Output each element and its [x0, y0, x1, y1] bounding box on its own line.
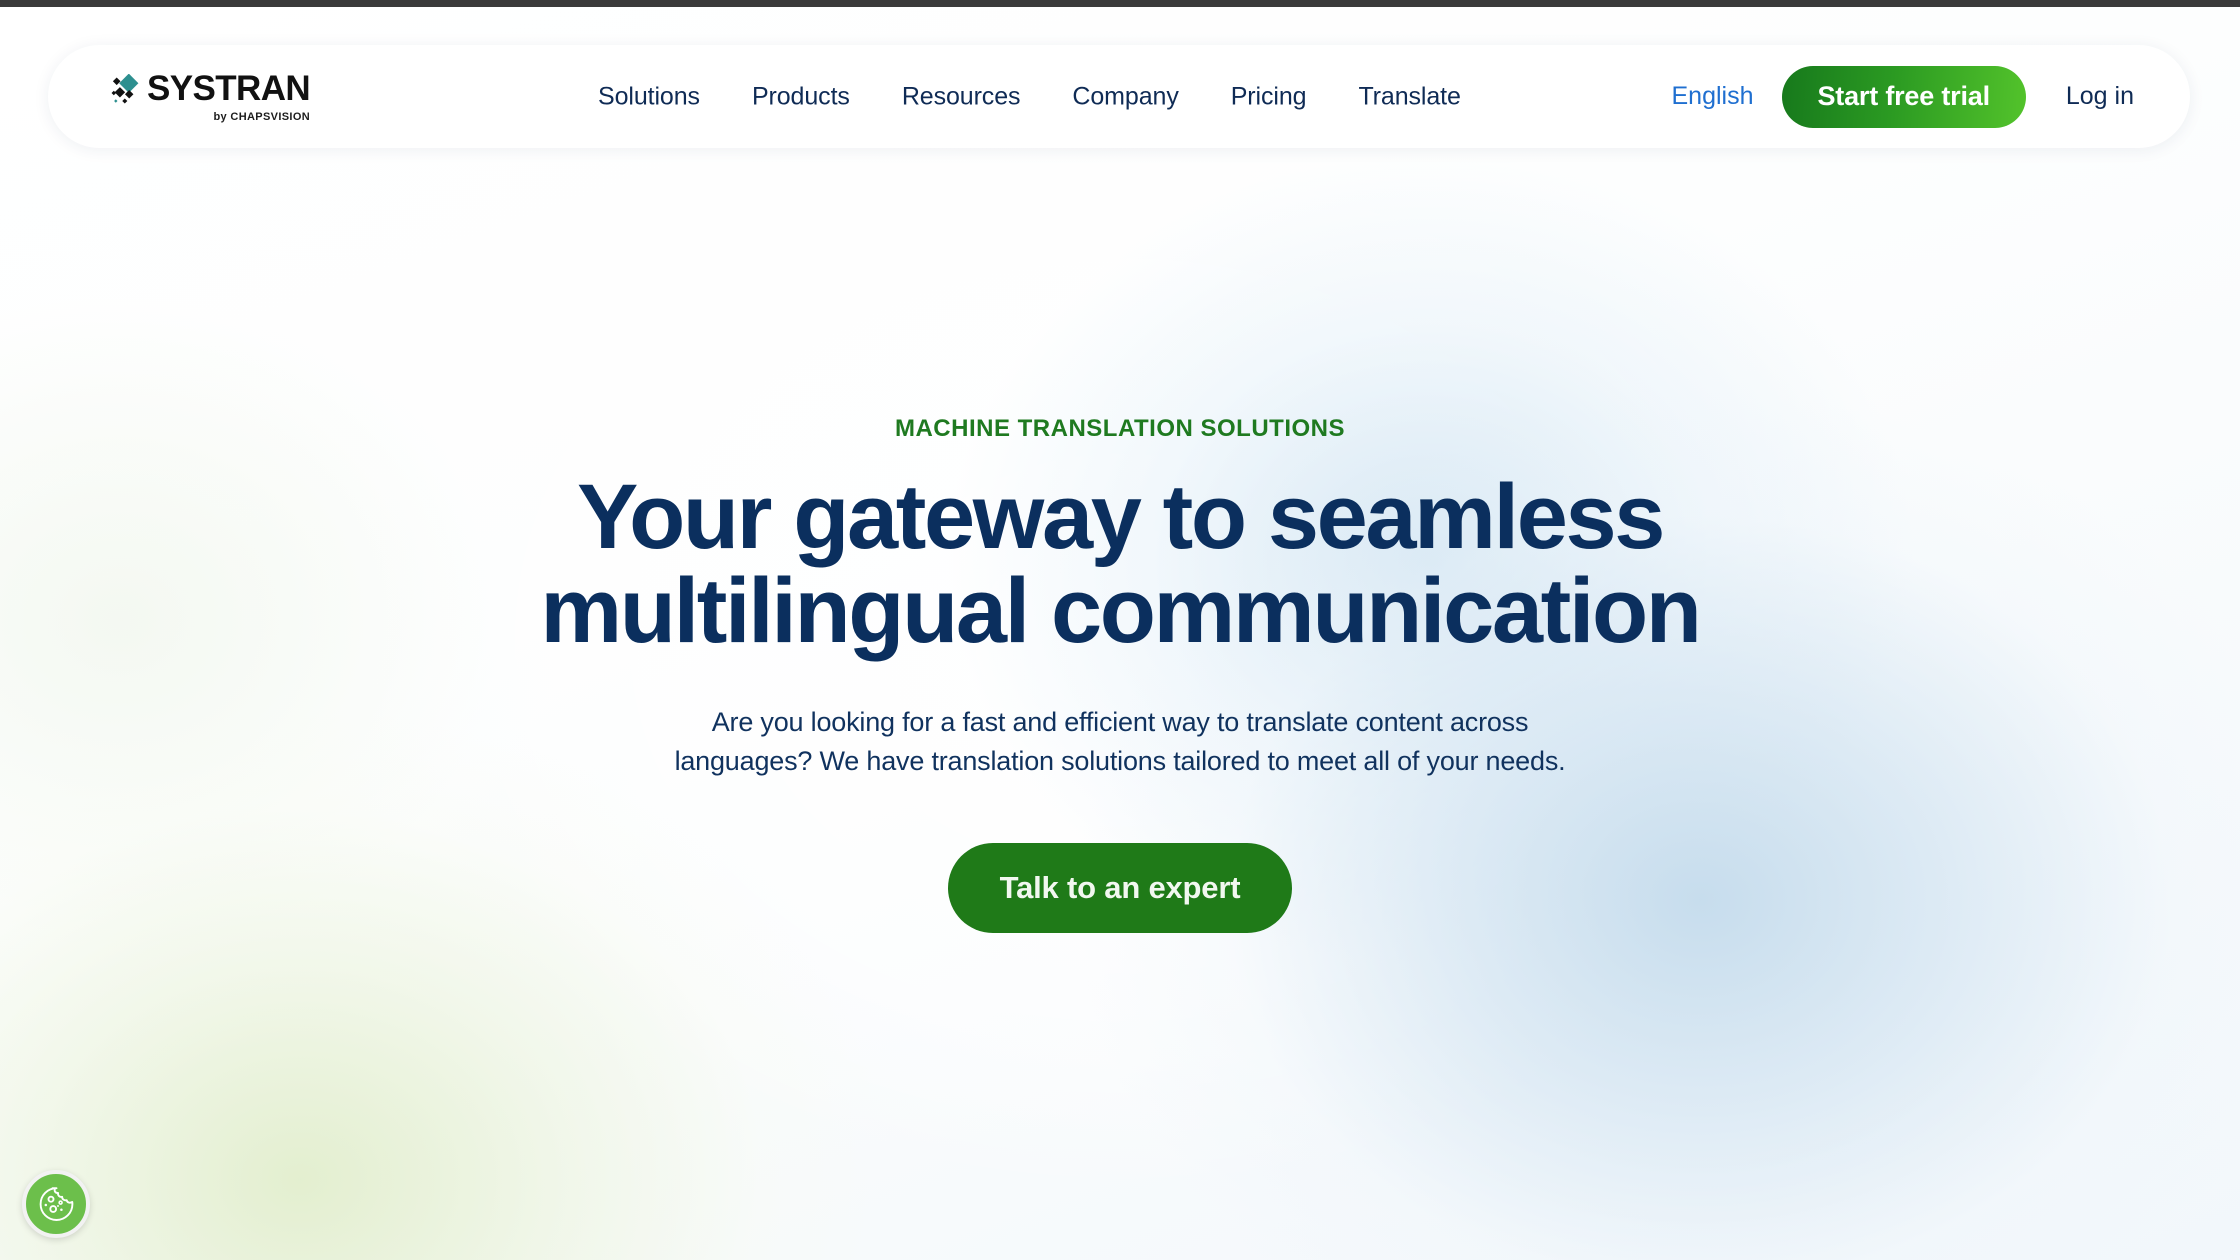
language-switcher[interactable]: English	[1666, 74, 1760, 119]
header-actions: English Start free trial Log in	[1666, 65, 2141, 128]
nav-item-company[interactable]: Company	[1046, 74, 1204, 119]
login-link[interactable]: Log in	[2060, 74, 2140, 119]
brand-tagline: by CHAPSVISION	[213, 110, 311, 123]
nav-item-pricing[interactable]: Pricing	[1205, 74, 1333, 119]
cookie-settings-button[interactable]	[22, 1170, 90, 1238]
hero-eyebrow: MACHINE TRANSLATION SOLUTIONS	[894, 415, 1346, 442]
nav-item-solutions[interactable]: Solutions	[572, 74, 726, 119]
primary-navigation: Solutions Products Resources Company Pri…	[572, 74, 1487, 119]
start-free-trial-button[interactable]: Start free trial	[1781, 65, 2026, 128]
systran-diamond-icon	[111, 73, 139, 104]
brand-name: SYSTRAN	[147, 68, 311, 108]
hero-headline: Your gateway to seamless multilingual co…	[540, 466, 1702, 662]
hero-section: MACHINE TRANSLATION SOLUTIONS Your gatew…	[0, 148, 2240, 1260]
talk-to-an-expert-button[interactable]: Talk to an expert	[947, 842, 1293, 933]
page-viewport: SYSTRAN by CHAPSVISION Solutions Product…	[0, 0, 2240, 1260]
nav-item-resources[interactable]: Resources	[876, 74, 1047, 119]
browser-chrome-strip	[0, 0, 2240, 7]
cookie-icon	[39, 1187, 74, 1221]
nav-item-products[interactable]: Products	[726, 74, 876, 119]
brand-wordmark: SYSTRAN by CHAPSVISION	[147, 68, 311, 123]
brand-logo[interactable]: SYSTRAN by CHAPSVISION	[110, 68, 311, 123]
hero-subheadline: Are you looking for a fast and efficient…	[674, 706, 1566, 776]
site-header: SYSTRAN by CHAPSVISION Solutions Product…	[48, 45, 2190, 148]
nav-item-translate[interactable]: Translate	[1332, 74, 1486, 119]
